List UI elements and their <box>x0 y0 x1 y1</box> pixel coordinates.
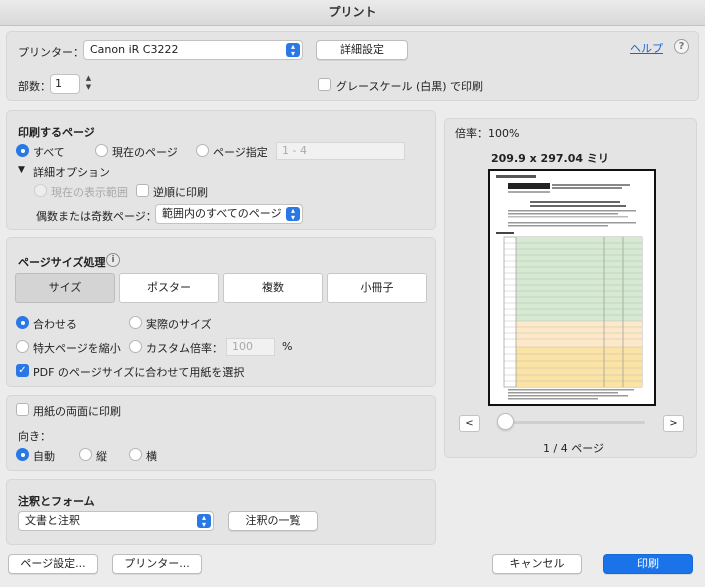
orientation-portrait-label: 縦 <box>96 450 107 463</box>
percent-label: % <box>282 340 293 353</box>
copies-input[interactable]: 1 <box>50 74 80 94</box>
custom-scale-label: カスタム倍率： <box>146 342 223 355</box>
summarize-comments-button[interactable]: 注釈の一覧 <box>228 511 318 531</box>
shrink-radio[interactable] <box>16 340 29 353</box>
copies-label: 部数： <box>18 80 51 93</box>
grayscale-checkbox[interactable] <box>318 78 331 91</box>
pages-range-field[interactable]: 1 - 4 <box>276 142 405 160</box>
custom-scale-field[interactable]: 100 <box>226 338 275 356</box>
pages-current-radio[interactable] <box>95 144 108 157</box>
fit-radio[interactable] <box>16 316 29 329</box>
comments-select-value: 文書と注釈 <box>25 514 80 527</box>
reverse-order-checkbox[interactable] <box>136 184 149 197</box>
preview-dimensions: 209.9 x 297.04 ミリ <box>491 152 609 165</box>
comments-section-title: 注釈とフォーム <box>18 495 95 508</box>
odd-even-label: 偶数または奇数ページ： <box>36 210 157 223</box>
pages-current-label: 現在のページ <box>112 146 178 159</box>
current-view-radio <box>34 184 47 197</box>
preview-scale: 倍率：100% <box>455 127 520 140</box>
odd-even-select[interactable]: 範囲内のすべてのページ ▴ ▾ <box>155 204 303 224</box>
printer-select[interactable]: Canon iR C3222 ▴ ▾ <box>83 40 303 60</box>
odd-even-select-value: 範囲内のすべてのページ <box>162 207 282 220</box>
help-icon[interactable]: ? <box>674 39 689 54</box>
current-view-label: 現在の表示範囲 <box>51 186 128 199</box>
choose-paper-label: PDF のページサイズに合わせて用紙を選択 <box>33 366 245 379</box>
page-size-section-title: ページサイズ処理 <box>18 256 106 269</box>
tab-poster[interactable]: ポスター <box>119 273 219 303</box>
pages-all-radio[interactable] <box>16 144 29 157</box>
printer-button[interactable]: プリンター... <box>112 554 202 574</box>
window-title: プリント <box>0 0 705 26</box>
chevron-updown-icon: ▴ ▾ <box>286 207 300 222</box>
shrink-label: 特大ページを縮小 <box>33 342 121 355</box>
pages-range-radio[interactable] <box>196 144 209 157</box>
copies-stepper-icon[interactable]: ▲ ▼ <box>82 74 95 94</box>
page-preview-image <box>488 169 656 406</box>
actual-size-radio[interactable] <box>129 316 142 329</box>
tab-booklet[interactable]: 小冊子 <box>327 273 427 303</box>
pages-section-title: 印刷するページ <box>18 126 95 139</box>
document-thumbnail <box>496 175 643 400</box>
orientation-label: 向き： <box>18 430 51 443</box>
tab-multiple[interactable]: 複数 <box>223 273 323 303</box>
reverse-order-label: 逆順に印刷 <box>153 186 208 199</box>
grayscale-label: グレースケール (白黒) で印刷 <box>336 80 484 93</box>
print-button[interactable]: 印刷 <box>603 554 693 574</box>
advanced-settings-button[interactable]: 詳細設定 <box>316 40 408 60</box>
duplex-checkbox[interactable] <box>16 403 29 416</box>
tab-size[interactable]: サイズ <box>15 273 115 303</box>
duplex-label: 用紙の両面に印刷 <box>33 405 121 418</box>
orientation-landscape-label: 横 <box>146 450 157 463</box>
orientation-landscape-radio[interactable] <box>129 448 142 461</box>
orientation-portrait-radio[interactable] <box>79 448 92 461</box>
help-link[interactable]: ヘルプ <box>630 40 663 56</box>
page-setup-button[interactable]: ページ設定... <box>8 554 98 574</box>
page-slider-knob[interactable] <box>497 413 514 430</box>
fit-label: 合わせる <box>33 318 77 331</box>
orientation-auto-label: 自動 <box>33 450 55 463</box>
printer-label: プリンター： <box>18 46 84 59</box>
disclosure-triangle-icon[interactable]: ▼ <box>18 165 25 175</box>
details-options-toggle[interactable]: 詳細オプション <box>33 164 110 180</box>
cancel-button[interactable]: キャンセル <box>492 554 582 574</box>
chevron-updown-icon: ▴ ▾ <box>286 43 300 58</box>
page-indicator: 1 / 4 ページ <box>543 442 604 455</box>
actual-size-label: 実際のサイズ <box>146 318 212 331</box>
chevron-updown-icon: ▴ ▾ <box>197 514 211 529</box>
comments-select[interactable]: 文書と注釈 ▴ ▾ <box>18 511 214 531</box>
orientation-auto-radio[interactable] <box>16 448 29 461</box>
custom-scale-radio[interactable] <box>129 340 142 353</box>
info-icon[interactable]: i <box>106 253 120 267</box>
page-slider-track[interactable] <box>500 421 645 424</box>
pages-range-label: ページ指定 <box>213 146 268 159</box>
printer-select-value: Canon iR C3222 <box>90 43 179 56</box>
next-page-button[interactable]: > <box>663 415 684 432</box>
pages-all-label: すべて <box>33 146 65 159</box>
choose-paper-checkbox[interactable]: ✓ <box>16 364 29 377</box>
previous-page-button[interactable]: < <box>459 415 480 432</box>
